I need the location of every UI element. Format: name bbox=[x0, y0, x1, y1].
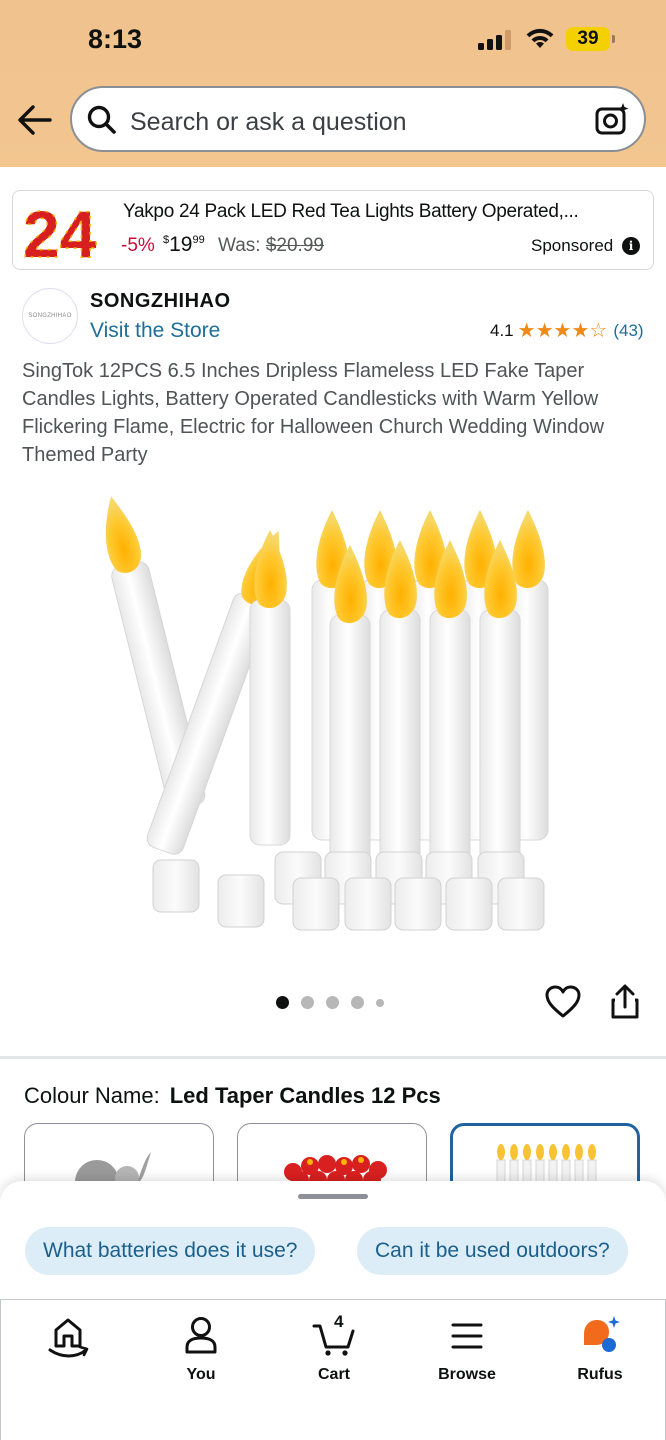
status-time: 8:13 bbox=[88, 24, 143, 54]
rufus-question-chip[interactable]: What batteries does it use? bbox=[25, 1227, 316, 1275]
carousel-dot[interactable] bbox=[376, 998, 384, 1007]
star-icon: ★ bbox=[517, 320, 536, 342]
sponsored-product-thumbnail: 24 bbox=[22, 196, 97, 267]
bottom-navigation: You 4 Cart Browse Rufus bbox=[0, 1299, 666, 1440]
rating-count[interactable]: (43) bbox=[613, 321, 643, 341]
search-input[interactable]: Search or ask a question bbox=[70, 86, 646, 152]
sponsored-label: Sponsored bbox=[531, 236, 614, 255]
star-icon: ★ bbox=[571, 320, 590, 342]
info-icon[interactable]: i bbox=[622, 237, 640, 255]
carousel-dot[interactable] bbox=[351, 996, 364, 1009]
sponsored-title: Yakpo 24 Pack LED Red Tea Lights Battery… bbox=[123, 201, 579, 222]
heart-icon[interactable] bbox=[545, 985, 581, 1019]
menu-icon bbox=[451, 1323, 483, 1349]
rufus-question-chip[interactable]: Can it be used outdoors? bbox=[357, 1227, 628, 1275]
search-placeholder: Search or ask a question bbox=[130, 108, 407, 136]
rufus-icon bbox=[584, 1316, 620, 1352]
section-divider bbox=[0, 1056, 666, 1059]
sponsored-discount: -5% bbox=[121, 235, 155, 256]
search-icon bbox=[87, 105, 116, 134]
star-rating: ★ ★ ★ ★ ☆ bbox=[518, 321, 608, 341]
nav-you[interactable]: You bbox=[151, 1314, 251, 1384]
nav-cart[interactable]: 4 Cart bbox=[284, 1312, 384, 1384]
header: 8:13 39 Search or ask a question bbox=[0, 0, 666, 167]
rufus-suggestions-sheet: What batteries does it use? Can it be us… bbox=[0, 1181, 666, 1303]
sponsored-thumb-text: 24 bbox=[23, 197, 97, 267]
carousel-dot[interactable] bbox=[326, 996, 339, 1009]
star-icon: ★ bbox=[535, 320, 554, 342]
nav-rufus-label: Rufus bbox=[577, 1366, 623, 1383]
carousel-dot[interactable] bbox=[301, 996, 314, 1009]
camera-search-icon[interactable] bbox=[594, 102, 630, 138]
nav-browse-label: Browse bbox=[438, 1366, 496, 1383]
battery-indicator: 39 bbox=[566, 27, 615, 51]
store-logo[interactable]: SONGZHIHAO bbox=[22, 288, 78, 344]
product-image[interactable] bbox=[100, 480, 570, 950]
wifi-icon bbox=[526, 28, 554, 48]
store-name: SONGZHIHAO bbox=[90, 290, 231, 312]
share-icon[interactable] bbox=[610, 984, 640, 1020]
colour-selection-label: Colour Name: Led Taper Candles 12 Pcs bbox=[24, 1083, 441, 1108]
nav-browse[interactable]: Browse bbox=[417, 1314, 517, 1384]
visit-store-link[interactable]: Visit the Store bbox=[90, 319, 220, 343]
nav-rufus[interactable]: Rufus bbox=[550, 1314, 650, 1384]
carousel-dot[interactable] bbox=[276, 996, 289, 1009]
sponsored-product-banner[interactable]: 24 Yakpo 24 Pack LED Red Tea Lights Batt… bbox=[12, 190, 654, 270]
nav-cart-label: Cart bbox=[317, 1366, 350, 1383]
colour-value: Led Taper Candles 12 Pcs bbox=[169, 1083, 441, 1108]
sheet-grabber[interactable] bbox=[298, 1194, 368, 1199]
back-arrow-icon[interactable] bbox=[16, 103, 54, 137]
cart-count: 4 bbox=[334, 1312, 344, 1331]
home-icon bbox=[48, 1318, 89, 1358]
star-icon: ★ bbox=[553, 320, 572, 342]
nav-you-label: You bbox=[186, 1366, 216, 1383]
product-title: SingTok 12PCS 6.5 Inches Dripless Flamel… bbox=[22, 360, 605, 466]
sponsored-was-price: Was: $20.99 bbox=[218, 235, 324, 256]
user-icon bbox=[185, 1317, 217, 1354]
sponsored-price: $1999 bbox=[163, 233, 205, 256]
image-carousel-dots[interactable] bbox=[276, 996, 384, 1009]
cellular-signal-icon bbox=[478, 30, 514, 50]
rating-summary[interactable]: 4.1 ★ ★ ★ ★ ☆ (43) bbox=[490, 321, 644, 341]
nav-home[interactable] bbox=[18, 1314, 118, 1366]
rating-value: 4.1 bbox=[490, 321, 514, 340]
star-icon: ☆ bbox=[589, 320, 608, 342]
